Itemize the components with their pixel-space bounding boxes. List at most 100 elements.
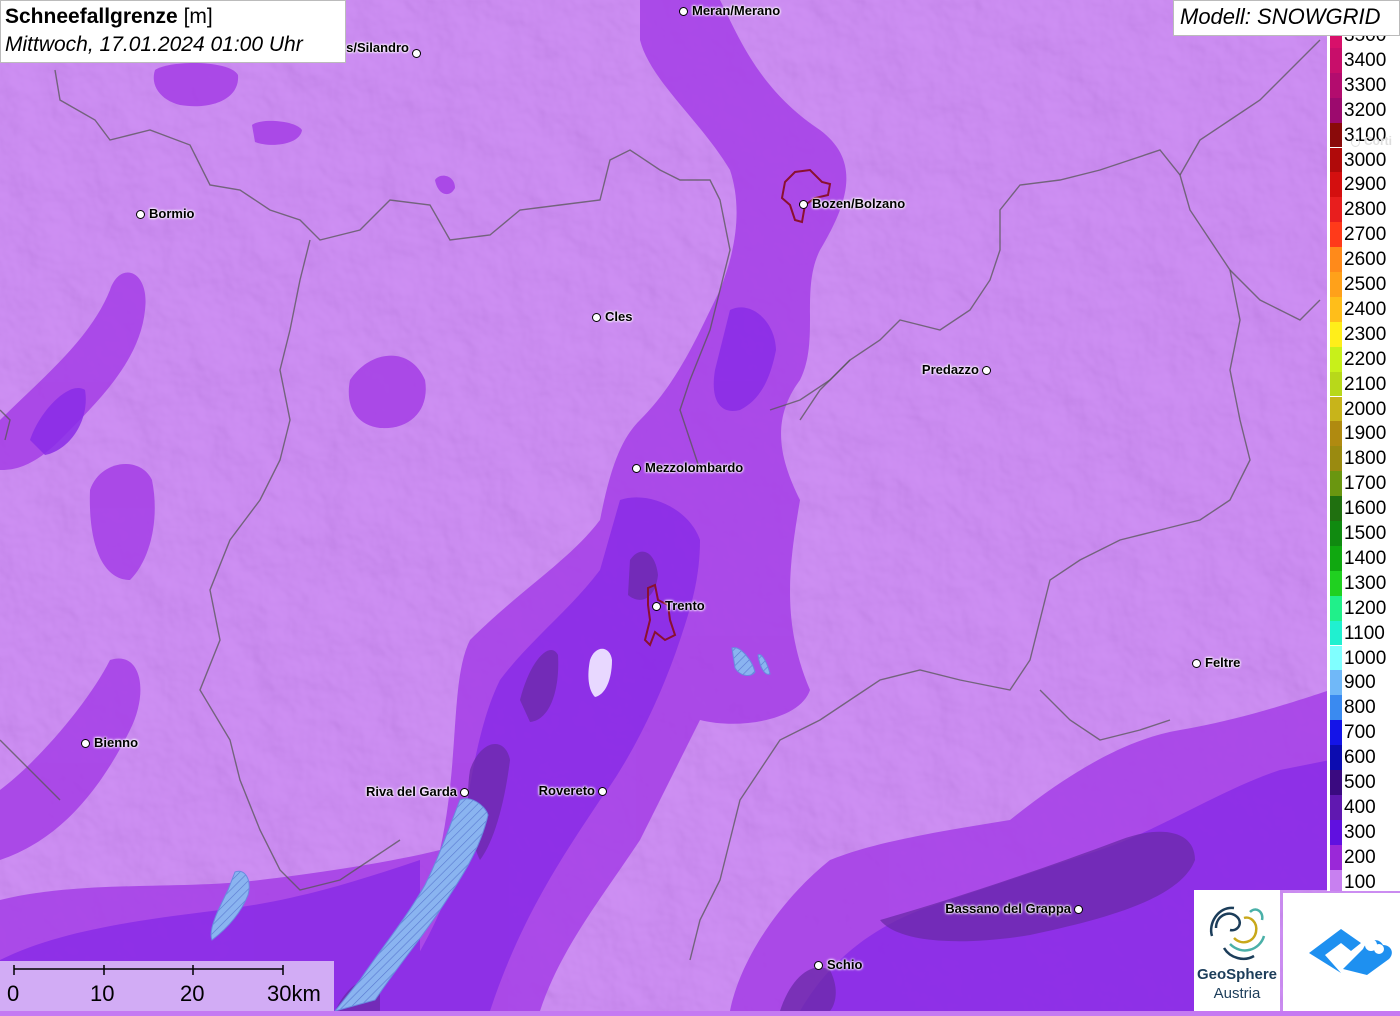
legend-item: 2500 [1327, 272, 1400, 297]
legend-swatch [1330, 222, 1342, 248]
title-parameter: Schneefallgrenze [5, 5, 178, 28]
app-logo[interactable] [1283, 893, 1400, 1011]
legend-swatch [1330, 396, 1342, 422]
legend-label: 3400 [1344, 49, 1387, 71]
city-marker[interactable] [814, 961, 823, 970]
legend-item: 1900 [1327, 421, 1400, 447]
legend-swatch [1330, 770, 1342, 795]
legend-item: 2700 [1327, 222, 1400, 248]
legend-swatch [1330, 36, 1342, 48]
legend-swatch [1330, 645, 1342, 671]
legend-swatch [1330, 819, 1342, 845]
legend-item: 100 [1327, 869, 1400, 891]
city-marker[interactable] [679, 7, 688, 16]
city-marker[interactable] [412, 49, 421, 58]
legend-item: 600 [1327, 745, 1400, 770]
legend-label: 200 [1344, 846, 1376, 868]
legend-label: 2900 [1344, 174, 1387, 196]
geosphere-logo[interactable]: GeoSphere Austria [1194, 890, 1280, 1011]
map-datetime: Mittwoch, 17.01.2024 01:00 Uhr [5, 33, 303, 56]
city-label: Schio [827, 957, 863, 972]
legend-swatch [1330, 670, 1342, 696]
city-marker[interactable] [592, 313, 601, 322]
legend-swatch [1330, 122, 1342, 148]
legend-label: 2100 [1344, 373, 1387, 395]
legend-swatch [1330, 197, 1342, 223]
legend-swatch [1330, 247, 1342, 272]
legend-swatch [1330, 147, 1342, 173]
title-unit: [m] [183, 5, 213, 28]
legend-label: 600 [1344, 747, 1376, 769]
city-marker[interactable] [1351, 138, 1360, 147]
scale-label-0: 0 [7, 981, 20, 1006]
legend-label: 1800 [1344, 448, 1387, 470]
legend-label: 3000 [1344, 149, 1387, 171]
legend-item: 800 [1327, 695, 1400, 721]
legend-swatch [1330, 595, 1342, 621]
city-marker[interactable] [460, 788, 469, 797]
scale-bar: 0 10 20 30km [0, 961, 334, 1011]
legend-swatch [1330, 346, 1342, 372]
map-canvas[interactable] [0, 0, 1400, 1011]
legend-swatch [1330, 720, 1342, 746]
legend-item: 1700 [1327, 471, 1400, 497]
city-marker[interactable] [632, 464, 641, 473]
legend-swatch [1330, 496, 1342, 521]
legend-item: 1000 [1327, 645, 1400, 671]
legend-item: 1300 [1327, 570, 1400, 596]
legend-label: 1600 [1344, 498, 1387, 520]
legend-swatch [1330, 47, 1342, 73]
scale-label-10: 10 [90, 981, 115, 1006]
legend-item: 400 [1327, 794, 1400, 820]
legend-label: 700 [1344, 722, 1376, 744]
city-marker[interactable] [982, 366, 991, 375]
city-marker[interactable] [81, 739, 90, 748]
legend-item: 2600 [1327, 247, 1400, 272]
city-label: s/Silandro [346, 40, 409, 55]
city-marker[interactable] [598, 787, 607, 796]
legend-label: 2600 [1344, 249, 1387, 271]
legend-label: 2800 [1344, 199, 1387, 221]
legend-label: 2400 [1344, 298, 1387, 320]
legend-label: 300 [1344, 821, 1376, 843]
legend-swatch [1330, 570, 1342, 596]
city-marker[interactable] [136, 210, 145, 219]
legend-item: 1500 [1327, 521, 1400, 546]
legend-item: 2100 [1327, 371, 1400, 397]
city-marker[interactable] [652, 602, 661, 611]
legend-swatch [1330, 545, 1342, 571]
legend-label: 1000 [1344, 647, 1387, 669]
legend-label: 500 [1344, 772, 1376, 793]
city-label: Bozen/Bolzano [812, 196, 906, 211]
legend-swatch [1330, 321, 1342, 347]
legend-item: 3500 [1327, 36, 1400, 48]
legend-label: 1100 [1344, 622, 1385, 644]
legend-item: 700 [1327, 720, 1400, 746]
city-marker[interactable] [1192, 659, 1201, 668]
legend-swatch [1330, 844, 1342, 870]
legend-swatch [1330, 97, 1342, 123]
city-label: Riva del Garda [365, 784, 457, 799]
city-marker[interactable] [799, 200, 808, 209]
legend-swatch [1330, 421, 1342, 447]
city-label: Feltre [1205, 655, 1241, 670]
legend-label: 800 [1344, 697, 1376, 719]
map-title: Schneefallgrenze [m] [5, 3, 341, 31]
legend-item: 2800 [1327, 197, 1400, 223]
legend-item: 3300 [1327, 72, 1400, 98]
legend-label: 3300 [1344, 74, 1387, 96]
legend-swatch [1330, 272, 1342, 297]
city-label: Bienno [94, 735, 139, 750]
city-marker[interactable] [1074, 905, 1083, 914]
scale-label-30km: 30km [267, 981, 321, 1006]
legend-label: 900 [1344, 672, 1376, 694]
legend-label: 2500 [1344, 274, 1387, 295]
legend-label: 1900 [1344, 423, 1387, 445]
city-label: Corti [1364, 134, 1392, 148]
legend-swatch [1330, 620, 1342, 646]
city-label: Mezzolombardo [645, 460, 744, 475]
legend-label: 1500 [1344, 523, 1387, 544]
city-label: Meran/Merano [692, 3, 781, 18]
legend-swatch [1330, 371, 1342, 397]
legend-item: 1200 [1327, 595, 1400, 621]
